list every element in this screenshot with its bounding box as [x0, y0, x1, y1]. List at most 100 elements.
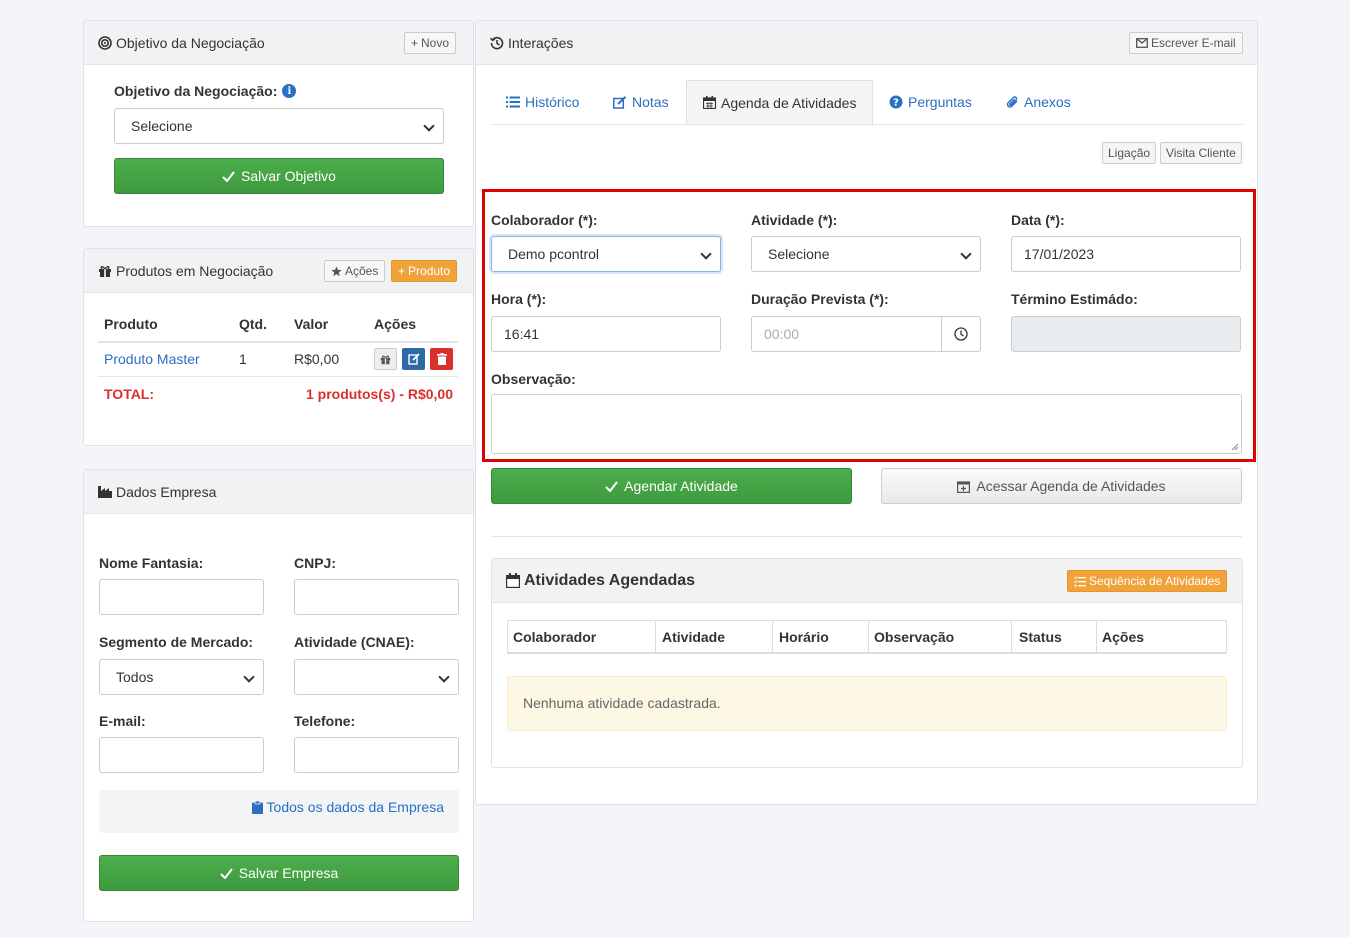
col-atividade: Atividade — [662, 629, 726, 645]
agendadas-header: Atividades Agendadas Sequência de Ativid… — [492, 559, 1242, 603]
produto-valor: R$0,00 — [294, 351, 340, 367]
todos-dados-link[interactable]: Todos os dados da Empresa — [251, 799, 444, 815]
tab-notas[interactable]: Notas — [597, 80, 685, 124]
gift-icon — [380, 354, 391, 365]
objetivo-select[interactable]: Selecione — [114, 108, 444, 144]
check-icon — [605, 480, 618, 492]
termino-field — [1011, 316, 1241, 352]
trash-icon — [436, 353, 447, 365]
tab-historico[interactable]: Histórico — [490, 80, 595, 124]
star-icon — [331, 265, 342, 277]
email-field[interactable] — [99, 737, 264, 773]
col-colaborador: Colaborador — [513, 629, 597, 645]
info-icon[interactable]: i — [282, 84, 297, 98]
svg-text:?: ? — [893, 98, 899, 109]
list-icon — [506, 96, 520, 108]
todos-dados-box: Todos os dados da Empresa — [99, 790, 459, 833]
col-qtd: Qtd. — [239, 316, 267, 332]
tab-anexos[interactable]: Anexos — [990, 80, 1087, 124]
produto-gift-button[interactable] — [374, 348, 397, 370]
novo-objetivo-button[interactable]: + Novo — [404, 32, 457, 54]
data-label: Data (*): — [1011, 212, 1065, 228]
gift-icon — [98, 264, 112, 278]
col-sep — [868, 621, 869, 653]
atividade-label: Atividade (*): — [751, 212, 838, 228]
check-icon — [219, 867, 233, 879]
tab-perguntas[interactable]: ? Perguntas — [873, 80, 988, 124]
objetivo-panel-header: Objetivo da Negociação + Novo — [84, 21, 473, 65]
tasks-icon — [1074, 575, 1086, 587]
hora-label: Hora (*): — [491, 291, 547, 307]
calendar-icon — [506, 573, 520, 588]
edit-icon — [407, 353, 420, 365]
data-field[interactable]: 17/01/2023 — [1011, 236, 1241, 272]
cnpj-label: CNPJ: — [294, 555, 337, 571]
atividade-select[interactable]: Selecione — [751, 236, 981, 272]
target-icon — [98, 35, 112, 50]
produto-edit-button[interactable] — [402, 348, 425, 370]
tab-agenda-atividades[interactable]: Agenda de Atividades — [686, 80, 874, 124]
produto-delete-button[interactable] — [430, 348, 453, 370]
ligacao-button[interactable]: Ligação — [1102, 142, 1157, 164]
adicionar-produto-button[interactable]: + Produto — [391, 260, 458, 282]
hora-field[interactable]: 16:41 — [491, 316, 721, 352]
col-sep — [772, 621, 773, 653]
acoes-produtos-button[interactable]: Ações — [324, 260, 386, 282]
nome-fantasia-label: Nome Fantasia: — [99, 555, 204, 571]
acessar-agenda-button[interactable]: Acessar Agenda de Atividades — [881, 468, 1242, 504]
tabs-baseline — [491, 124, 1243, 125]
clock-icon — [954, 327, 968, 341]
termino-label: Término Estimádo: — [1011, 291, 1138, 307]
col-status: Status — [1019, 629, 1062, 645]
col-acoes: Ações — [374, 316, 417, 332]
atividade-cnae-select[interactable] — [294, 659, 459, 695]
telefone-field[interactable] — [294, 737, 459, 773]
interacoes-panel-title: Interações — [508, 34, 574, 51]
edit-icon — [613, 95, 627, 109]
observacao-textarea[interactable] — [491, 394, 1242, 454]
colaborador-select[interactable]: Demo pcontrol — [491, 236, 721, 272]
duracao-clock-addon[interactable] — [941, 316, 981, 352]
salvar-objetivo-button[interactable]: Salvar Objetivo — [114, 158, 444, 194]
salvar-empresa-button[interactable]: Salvar Empresa — [99, 855, 459, 891]
escrever-email-button[interactable]: Escrever E-mail — [1129, 32, 1243, 54]
interacoes-panel-header: Interações Escrever E-mail — [476, 21, 1257, 65]
col-acoes: Ações — [1102, 629, 1145, 645]
total-label: TOTAL: — [104, 386, 155, 402]
interacoes-panel: Interações Escrever E-mail Histórico Not… — [475, 20, 1258, 805]
empty-message: Nenhuma atividade cadastrada. — [523, 695, 721, 711]
segmento-label: Segmento de Mercado: — [99, 634, 254, 650]
produto-qtd: 1 — [239, 351, 247, 367]
agendadas-table-header: Colaborador Atividade Horário Observação… — [507, 620, 1227, 654]
objetivo-panel-title: Objetivo da Negociação — [116, 34, 265, 51]
objetivo-field-label: Objetivo da Negociação: i — [114, 83, 297, 99]
sequencia-atividades-button[interactable]: Sequência de Atividades — [1067, 570, 1228, 592]
segmento-select[interactable]: Todos — [99, 659, 264, 695]
check-icon — [222, 170, 235, 182]
cnpj-field[interactable] — [294, 579, 459, 615]
col-horario: Horário — [779, 629, 829, 645]
col-sep — [1096, 621, 1097, 653]
empty-alert: Nenhuma atividade cadastrada. — [507, 676, 1227, 731]
visita-cliente-button[interactable]: Visita Cliente — [1160, 142, 1242, 164]
col-sep — [655, 621, 656, 653]
duracao-field[interactable]: 00:00 — [751, 316, 942, 352]
atividade-cnae-label: Atividade (CNAE): — [294, 634, 415, 650]
clipboard-icon — [251, 800, 263, 814]
col-sep — [1011, 621, 1012, 653]
empresa-panel-header: Dados Empresa — [84, 470, 473, 514]
industry-icon — [98, 485, 112, 498]
calendar-plus-icon — [957, 480, 971, 493]
plus-icon: + — [398, 264, 406, 278]
agendadas-panel: Atividades Agendadas Sequência de Ativid… — [491, 558, 1243, 768]
empresa-panel: Dados Empresa Nome Fantasia: CNPJ: Segme… — [83, 469, 474, 922]
section-divider — [491, 536, 1242, 537]
calendar-icon — [703, 96, 716, 109]
produto-link[interactable]: Produto Master — [104, 351, 200, 367]
telefone-label: Telefone: — [294, 713, 356, 729]
observacao-label: Observação: — [491, 371, 576, 387]
nome-fantasia-field[interactable] — [99, 579, 264, 615]
col-observacao: Observação — [874, 629, 955, 645]
agendar-atividade-button[interactable]: Agendar Atividade — [491, 468, 852, 504]
colaborador-label: Colaborador (*): — [491, 212, 598, 228]
